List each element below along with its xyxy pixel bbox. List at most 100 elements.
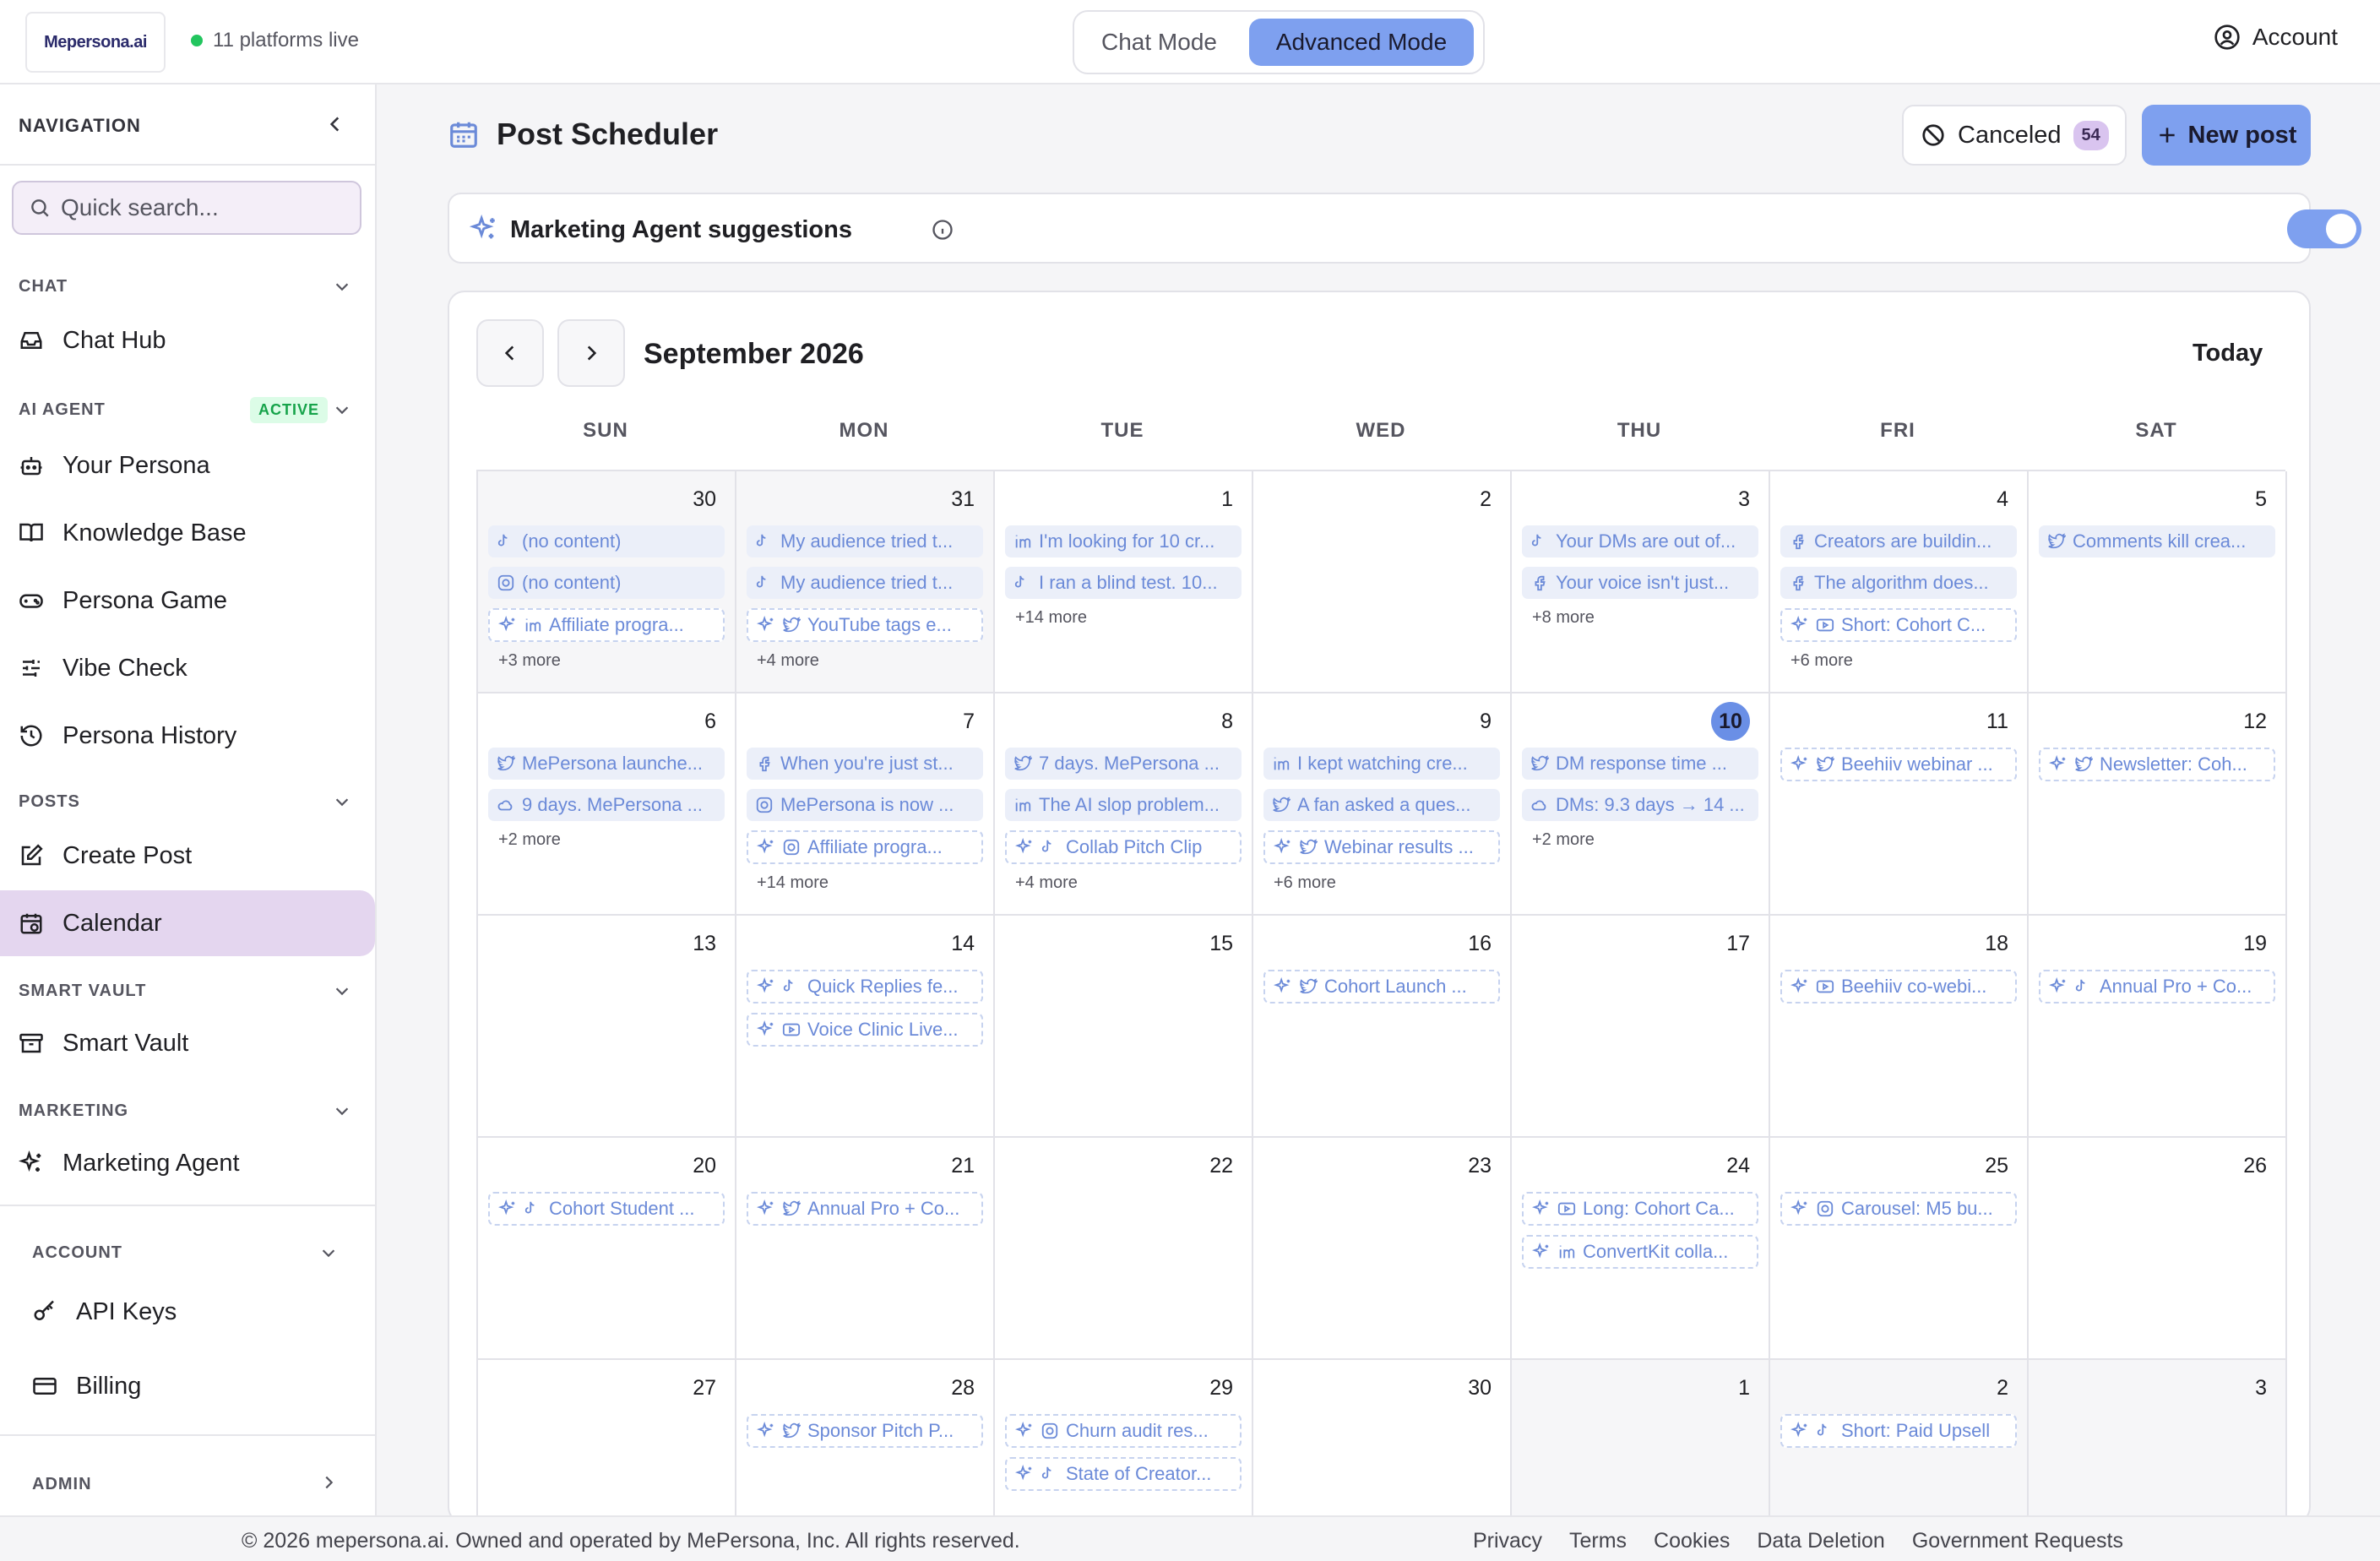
chevron-down-icon[interactable] xyxy=(333,982,351,1000)
sidebar-item-knowledge-base[interactable]: Knowledge Base xyxy=(0,500,375,566)
suggested-post-chip[interactable]: Beehiiv co-webi... xyxy=(1780,970,2017,1004)
scheduled-post-chip[interactable]: My audience tried t... xyxy=(747,525,983,558)
calendar-day-cell[interactable]: 29 Churn audit res... State of Creator... xyxy=(995,1360,1253,1522)
calendar-day-cell[interactable]: 4 Creators are buildin... The algorithm do… xyxy=(1770,471,2029,693)
next-month-button[interactable] xyxy=(557,319,625,387)
calendar-day-cell[interactable]: 12 Newsletter: Coh... xyxy=(2029,693,2287,916)
sidebar-item-vibe-check[interactable]: Vibe Check xyxy=(0,635,375,701)
suggested-post-chip[interactable]: State of Creator... xyxy=(1005,1457,1242,1491)
canceled-button[interactable]: Canceled 54 xyxy=(1902,105,2127,166)
calendar-day-cell[interactable]: 19 Annual Pro + Co... xyxy=(2029,916,2287,1138)
suggested-post-chip[interactable]: Long: Cohort Ca... xyxy=(1522,1192,1758,1226)
sidebar-item-api-keys[interactable]: API Keys xyxy=(0,1279,375,1345)
more-posts-link[interactable]: +8 more xyxy=(1522,608,1758,628)
calendar-day-cell[interactable]: 16 Cohort Launch ... xyxy=(1253,916,1512,1138)
chevron-down-icon[interactable] xyxy=(333,1101,351,1120)
calendar-day-cell[interactable]: 3 xyxy=(2029,1360,2287,1522)
suggested-post-chip[interactable]: Webinar results ... xyxy=(1263,830,1500,864)
more-posts-link[interactable]: +14 more xyxy=(747,873,983,893)
footer-link-cookies[interactable]: Cookies xyxy=(1654,1529,1730,1553)
suggested-post-chip[interactable]: Short: Cohort C... xyxy=(1780,608,2017,642)
calendar-day-cell[interactable]: 5 Comments kill crea... xyxy=(2029,471,2287,693)
sidebar-item-persona-history[interactable]: Persona History xyxy=(0,703,375,769)
more-posts-link[interactable]: +4 more xyxy=(1005,873,1242,893)
calendar-day-cell[interactable]: 28 Sponsor Pitch P... xyxy=(736,1360,995,1522)
suggested-post-chip[interactable]: Beehiiv webinar ... xyxy=(1780,748,2017,781)
scheduled-post-chip[interactable]: 7 days. MePersona ... xyxy=(1005,748,1242,780)
scheduled-post-chip[interactable]: I ran a blind test. 10... xyxy=(1005,567,1242,599)
suggested-post-chip[interactable]: YouTube tags e... xyxy=(747,608,983,642)
sidebar-item-your-persona[interactable]: Your Persona xyxy=(0,432,375,498)
suggestions-toggle[interactable] xyxy=(2287,209,2361,248)
scheduled-post-chip[interactable]: DMs: 9.3 days → 14 ... xyxy=(1522,789,1758,821)
scheduled-post-chip[interactable]: Creators are buildin... xyxy=(1780,525,2017,558)
calendar-day-cell[interactable]: 1 I'm looking for 10 cr... I ran a blind t… xyxy=(995,471,1253,693)
sidebar-item-calendar[interactable]: Calendar xyxy=(0,890,375,956)
calendar-day-cell[interactable]: 30 xyxy=(1253,1360,1512,1522)
sidebar-item-marketing-agent[interactable]: Marketing Agent xyxy=(0,1130,375,1196)
suggested-post-chip[interactable]: Quick Replies fe... xyxy=(747,970,983,1004)
suggested-post-chip[interactable]: Newsletter: Coh... xyxy=(2039,748,2275,781)
scheduled-post-chip[interactable]: 9 days. MePersona ... xyxy=(488,789,725,821)
calendar-day-cell[interactable]: 20 Cohort Student ... xyxy=(478,1138,736,1360)
sidebar-item-chat-hub[interactable]: Chat Hub xyxy=(0,307,375,373)
scheduled-post-chip[interactable]: My audience tried t... xyxy=(747,567,983,599)
calendar-day-cell[interactable]: 3 Your DMs are out of... Your voice isn't … xyxy=(1512,471,1770,693)
calendar-day-cell[interactable]: 23 xyxy=(1253,1138,1512,1360)
suggested-post-chip[interactable]: Carousel: M5 bu... xyxy=(1780,1192,2017,1226)
more-posts-link[interactable]: +4 more xyxy=(747,651,983,671)
chevron-left-icon[interactable] xyxy=(324,113,346,135)
app-logo[interactable]: Mepersona.ai xyxy=(25,12,166,73)
calendar-day-cell[interactable]: 15 xyxy=(995,916,1253,1138)
calendar-day-cell[interactable]: 87 days. MePersona ... The AI slop proble… xyxy=(995,693,1253,916)
calendar-day-cell[interactable]: 13 xyxy=(478,916,736,1138)
calendar-day-cell[interactable]: 14 Quick Replies fe... Voice Clinic Live..… xyxy=(736,916,995,1138)
scheduled-post-chip[interactable]: When you're just st... xyxy=(747,748,983,780)
calendar-day-cell[interactable]: 10 DM response time ... DMs: 9.3 days → 14… xyxy=(1512,693,1770,916)
chevron-down-icon[interactable] xyxy=(333,400,351,419)
calendar-day-cell[interactable]: 27 xyxy=(478,1360,736,1522)
footer-link-privacy[interactable]: Privacy xyxy=(1473,1529,1542,1553)
scheduled-post-chip[interactable]: I'm looking for 10 cr... xyxy=(1005,525,1242,558)
calendar-day-cell[interactable]: 24 Long: Cohort Ca... ConvertKit colla... xyxy=(1512,1138,1770,1360)
scheduled-post-chip[interactable]: Your voice isn't just... xyxy=(1522,567,1758,599)
calendar-day-cell[interactable]: 25 Carousel: M5 bu... xyxy=(1770,1138,2029,1360)
calendar-day-cell[interactable]: 26 xyxy=(2029,1138,2287,1360)
calendar-day-cell[interactable]: 2 Short: Paid Upsell xyxy=(1770,1360,2029,1522)
more-posts-link[interactable]: +6 more xyxy=(1780,651,2017,671)
scheduled-post-chip[interactable]: (no content) xyxy=(488,525,725,558)
more-posts-link[interactable]: +2 more xyxy=(1522,830,1758,850)
more-posts-link[interactable]: +6 more xyxy=(1263,873,1500,893)
scheduled-post-chip[interactable]: DM response time ... xyxy=(1522,748,1758,780)
suggested-post-chip[interactable]: Collab Pitch Clip xyxy=(1005,830,1242,864)
info-icon[interactable] xyxy=(931,218,954,242)
calendar-day-cell[interactable]: 18 Beehiiv co-webi... xyxy=(1770,916,2029,1138)
sidebar-item-billing[interactable]: Billing xyxy=(0,1353,375,1419)
suggested-post-chip[interactable]: ConvertKit colla... xyxy=(1522,1235,1758,1269)
scheduled-post-chip[interactable]: I kept watching cre... xyxy=(1263,748,1500,780)
suggested-post-chip[interactable]: Cohort Launch ... xyxy=(1263,970,1500,1004)
scheduled-post-chip[interactable]: Your DMs are out of... xyxy=(1522,525,1758,558)
more-posts-link[interactable]: +14 more xyxy=(1005,608,1242,628)
chat-mode-button[interactable]: Chat Mode xyxy=(1081,19,1237,66)
sidebar-item-persona-game[interactable]: Persona Game xyxy=(0,568,375,634)
calendar-day-cell[interactable]: 30 (no content) (no content) Affiliate prog… xyxy=(478,471,736,693)
scheduled-post-chip[interactable]: The algorithm does... xyxy=(1780,567,2017,599)
calendar-day-cell[interactable]: 6 MePersona launche... 9 days. MePersona .… xyxy=(478,693,736,916)
calendar-day-cell[interactable]: 22 xyxy=(995,1138,1253,1360)
calendar-day-cell[interactable]: 1 xyxy=(1512,1360,1770,1522)
suggested-post-chip[interactable]: Annual Pro + Co... xyxy=(747,1192,983,1226)
scheduled-post-chip[interactable]: A fan asked a ques... xyxy=(1263,789,1500,821)
scheduled-post-chip[interactable]: Comments kill crea... xyxy=(2039,525,2275,558)
sidebar-item-smart-vault[interactable]: Smart Vault xyxy=(0,1010,375,1076)
suggested-post-chip[interactable]: Affiliate progra... xyxy=(488,608,725,642)
scheduled-post-chip[interactable]: MePersona launche... xyxy=(488,748,725,780)
more-posts-link[interactable]: +2 more xyxy=(488,830,725,850)
calendar-day-cell[interactable]: 31 My audience tried t... My audience trie… xyxy=(736,471,995,693)
today-button[interactable]: Today xyxy=(2193,340,2263,367)
new-post-button[interactable]: New post xyxy=(2142,105,2311,166)
chevron-right-icon[interactable] xyxy=(319,1473,338,1492)
suggested-post-chip[interactable]: Sponsor Pitch P... xyxy=(747,1414,983,1448)
scheduled-post-chip[interactable]: The AI slop problem... xyxy=(1005,789,1242,821)
more-posts-link[interactable]: +3 more xyxy=(488,651,725,671)
